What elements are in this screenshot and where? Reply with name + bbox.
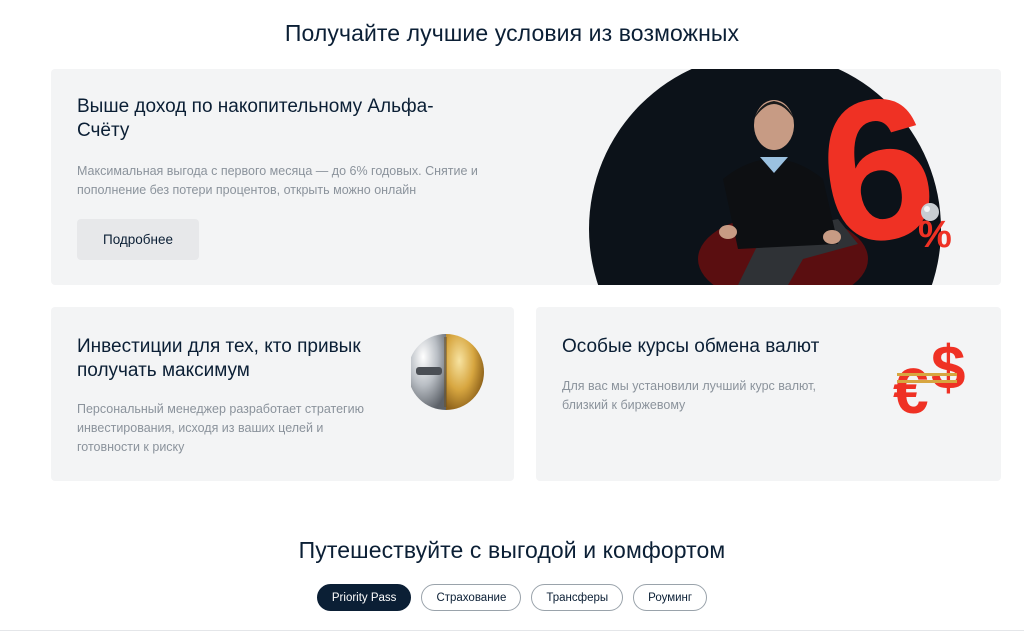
- promo-percent-sign: %: [918, 214, 952, 256]
- investment-card-heading: Инвестиции для тех, кто привык получать …: [77, 336, 361, 381]
- savings-card-heading: Выше доход по накопительному Альфа-Счёту: [77, 96, 434, 141]
- investment-card-description: Персональный менеджер разработает страте…: [77, 402, 364, 454]
- currency-card-description: Для вас мы установили лучший курс валют,…: [562, 379, 816, 412]
- travel-tabs: Priority Pass Страхование Трансферы Роум…: [0, 584, 1024, 611]
- savings-account-card[interactable]: Выше доход по накопительному Альфа-Счёту…: [51, 69, 1001, 285]
- section-title-conditions: Получайте лучшие условия из возможных: [284, 20, 740, 46]
- currency-exchange-card[interactable]: Особые курсы обмена валют Для вас мы уст…: [536, 307, 1001, 481]
- investment-card[interactable]: Инвестиции для тех, кто привык получать …: [51, 307, 514, 481]
- tab-transfers[interactable]: Трансферы: [531, 584, 624, 611]
- promo-illustration: 6 %: [589, 69, 952, 285]
- svg-text:$: $: [931, 334, 965, 403]
- tab-priority-pass[interactable]: Priority Pass: [316, 584, 412, 611]
- more-details-button[interactable]: Подробнее: [77, 219, 199, 260]
- tab-roaming[interactable]: Роуминг: [633, 584, 708, 611]
- divider: [0, 630, 1024, 631]
- currency-card-heading: Особые курсы обмена валют: [562, 336, 820, 357]
- tab-insurance[interactable]: Страхование: [421, 584, 522, 611]
- euro-dollar-icon: $ €: [893, 334, 965, 419]
- savings-card-description: Максимальная выгода с первого месяца — д…: [77, 164, 478, 197]
- section-title-travel: Путешествуйте с выгодой и комфортом: [298, 537, 726, 563]
- promo-person-head: [754, 100, 794, 150]
- gold-silver-sphere-icon: [411, 334, 484, 410]
- svg-text:€: €: [893, 355, 929, 419]
